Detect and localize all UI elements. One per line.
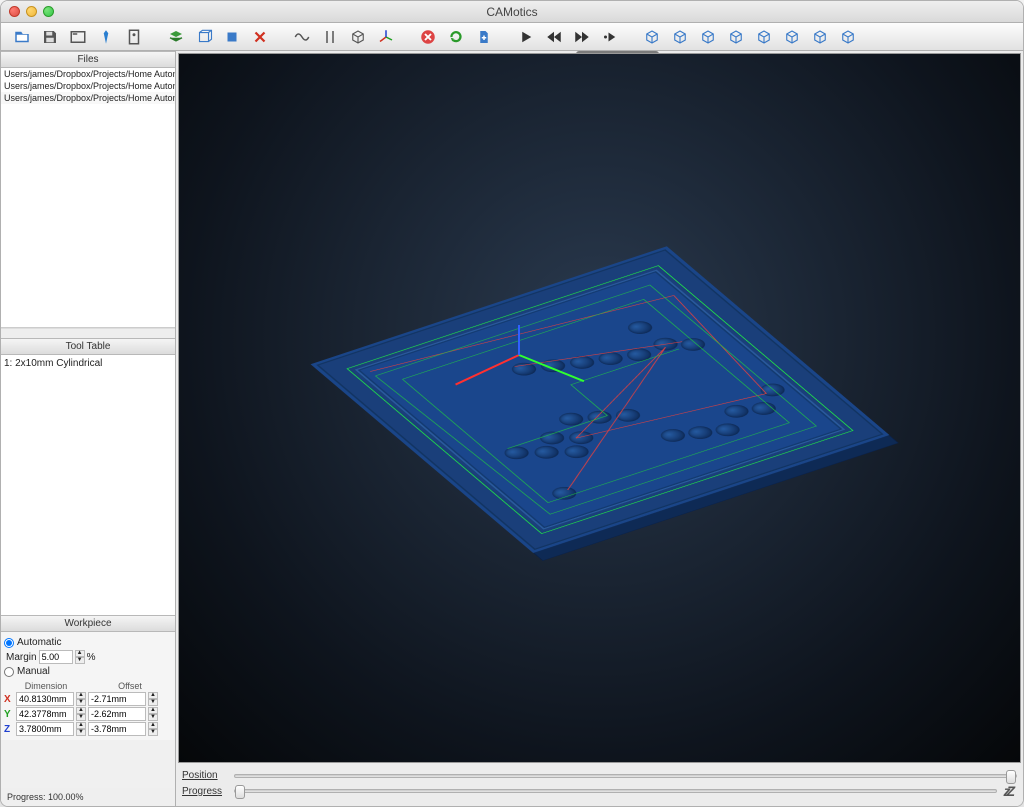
title-bar: CAMotics <box>1 1 1023 23</box>
z-dimension-input[interactable] <box>16 722 74 736</box>
x-axis-label: X <box>4 694 14 705</box>
progress-status: Progress: 100.00% <box>1 788 175 806</box>
view-iso-6-icon[interactable] <box>781 26 803 48</box>
file-row[interactable]: Users/james/Dropbox/Projects/Home Automa… <box>1 80 175 92</box>
files-panel-header: Files <box>1 51 175 68</box>
automatic-label: Automatic <box>17 637 61 648</box>
x-offset-input[interactable] <box>88 692 146 706</box>
view-iso-3-icon[interactable] <box>697 26 719 48</box>
view-iso-2-icon[interactable] <box>669 26 691 48</box>
console-icon[interactable] <box>67 26 89 48</box>
main-area: Files Users/james/Dropbox/Projects/Home … <box>1 51 1023 806</box>
dimension-header: Dimension <box>4 681 88 691</box>
line-icon[interactable] <box>319 26 341 48</box>
open-icon[interactable] <box>11 26 33 48</box>
tool-table[interactable]: 1: 2x10mm Cylindrical <box>1 355 175 615</box>
margin-input[interactable] <box>39 650 73 664</box>
file-row[interactable]: Users/james/Dropbox/Projects/Home Automa… <box>1 68 175 80</box>
fast-forward-icon[interactable] <box>571 26 593 48</box>
z-axis-icon <box>518 325 520 355</box>
save-icon[interactable] <box>39 26 61 48</box>
tool-icon[interactable] <box>95 26 117 48</box>
z-dim-stepper[interactable]: ▲▼ <box>76 722 86 736</box>
y-offset-input[interactable] <box>88 707 146 721</box>
view-iso-5-icon[interactable] <box>753 26 775 48</box>
margin-label: Margin <box>6 652 37 663</box>
view-area: Position Progress zZ <box>176 51 1023 806</box>
export-icon[interactable] <box>473 26 495 48</box>
box-icon[interactable] <box>347 26 369 48</box>
profile-icon[interactable] <box>123 26 145 48</box>
main-toolbar: Simulation View <box>1 23 1023 51</box>
z-off-stepper[interactable]: ▲▼ <box>148 722 158 736</box>
files-scrollbar[interactable] <box>1 328 175 338</box>
playback-controls: Position Progress zZ <box>176 765 1023 806</box>
wireframe-icon[interactable] <box>193 26 215 48</box>
simulation-viewport[interactable] <box>178 53 1021 763</box>
layers-icon[interactable] <box>165 26 187 48</box>
z-offset-input[interactable] <box>88 722 146 736</box>
y-dimension-input[interactable] <box>16 707 74 721</box>
progress-slider[interactable] <box>234 789 997 793</box>
solid-icon[interactable] <box>221 26 243 48</box>
z-axis-label: Z <box>4 724 14 735</box>
view-iso-8-icon[interactable] <box>837 26 859 48</box>
progress-label: Progress <box>182 786 228 797</box>
app-window: CAMotics Simulation <box>0 0 1024 807</box>
x-off-stepper[interactable]: ▲▼ <box>148 692 158 706</box>
window-title: CAMotics <box>1 5 1023 19</box>
x-dim-stepper[interactable]: ▲▼ <box>76 692 86 706</box>
tools-panel-header: Tool Table <box>1 338 175 355</box>
y-dim-stepper[interactable]: ▲▼ <box>76 707 86 721</box>
offset-header: Offset <box>88 681 172 691</box>
position-slider[interactable] <box>234 774 1017 778</box>
margin-stepper[interactable]: ▲▼ <box>75 650 85 664</box>
margin-unit: % <box>87 652 96 663</box>
view-iso-1-icon[interactable] <box>641 26 663 48</box>
rewind-icon[interactable] <box>543 26 565 48</box>
step-icon[interactable] <box>599 26 621 48</box>
y-axis-label: Y <box>4 709 14 720</box>
manual-radio[interactable] <box>4 667 14 677</box>
clear-icon[interactable] <box>249 26 271 48</box>
file-row[interactable]: Users/james/Dropbox/Projects/Home Automa… <box>1 92 175 104</box>
sidebar: Files Users/james/Dropbox/Projects/Home … <box>1 51 176 806</box>
stop-icon[interactable] <box>417 26 439 48</box>
play-icon[interactable] <box>515 26 537 48</box>
workpiece-mesh <box>310 246 889 553</box>
sleep-icon[interactable]: zZ <box>1003 783 1017 799</box>
automatic-radio[interactable] <box>4 638 14 648</box>
manual-label: Manual <box>17 666 50 677</box>
y-off-stepper[interactable]: ▲▼ <box>148 707 158 721</box>
position-label: Position <box>182 770 228 781</box>
workpiece-panel: Automatic Margin ▲▼ % Manual Dimension O… <box>1 632 175 740</box>
files-list[interactable]: Users/james/Dropbox/Projects/Home Automa… <box>1 68 175 328</box>
axes-icon[interactable] <box>375 26 397 48</box>
wave-icon[interactable] <box>291 26 313 48</box>
workpiece-panel-header: Workpiece <box>1 615 175 632</box>
view-iso-4-icon[interactable] <box>725 26 747 48</box>
tool-row[interactable]: 1: 2x10mm Cylindrical <box>4 358 172 369</box>
reload-icon[interactable] <box>445 26 467 48</box>
view-iso-7-icon[interactable] <box>809 26 831 48</box>
x-dimension-input[interactable] <box>16 692 74 706</box>
